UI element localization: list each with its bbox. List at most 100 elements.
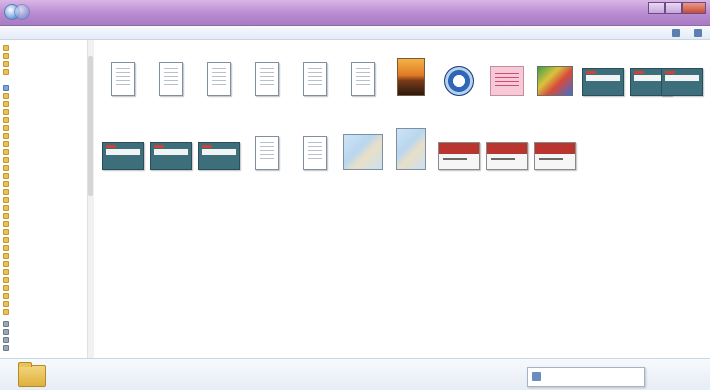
nav-item[interactable] <box>3 260 88 267</box>
file-name <box>241 174 293 202</box>
nav-item[interactable] <box>3 212 88 219</box>
nav-item-label <box>12 253 88 259</box>
nav-item[interactable] <box>3 116 88 123</box>
nav-item[interactable] <box>3 52 88 59</box>
nav-item[interactable] <box>3 100 88 107</box>
file-item[interactable] <box>577 44 629 132</box>
nav-item[interactable] <box>3 172 88 179</box>
nav-item-label <box>12 285 88 291</box>
nav-item-label <box>12 245 88 251</box>
notification-popup[interactable] <box>527 367 645 387</box>
image-thumbnail <box>537 66 573 96</box>
folder-icon <box>3 236 9 243</box>
toolbar-item-5[interactable] <box>220 29 244 37</box>
folder-icon <box>3 180 9 187</box>
presentation-icon <box>438 142 480 170</box>
file-name <box>656 100 708 128</box>
folder-icon <box>3 212 9 219</box>
nav-item[interactable] <box>3 292 88 299</box>
folder-icon <box>3 196 9 203</box>
maximize-button[interactable] <box>664 2 682 14</box>
file-item[interactable] <box>656 44 708 132</box>
nav-item[interactable] <box>3 228 88 235</box>
nav-item[interactable] <box>3 204 88 211</box>
nav-item-label <box>12 157 88 163</box>
help-icon[interactable] <box>694 29 702 37</box>
file-item[interactable] <box>529 118 581 206</box>
presentation-icon <box>198 142 240 170</box>
folder-icon <box>3 276 9 283</box>
nav-item[interactable] <box>3 244 88 251</box>
nav-item[interactable] <box>3 140 88 147</box>
nav-item-label <box>12 125 88 131</box>
toolbar-item-2[interactable] <box>56 29 112 37</box>
file-name <box>529 174 581 202</box>
folder-icon <box>3 284 9 291</box>
file-item[interactable] <box>433 118 485 206</box>
nav-item[interactable] <box>3 148 88 155</box>
folder-icon <box>18 362 46 387</box>
nav-item-label <box>12 85 88 91</box>
folder-icon <box>3 204 9 211</box>
nav-item[interactable] <box>3 252 88 259</box>
file-item[interactable] <box>193 118 245 206</box>
file-item[interactable] <box>337 118 389 206</box>
presentation-icon <box>102 142 144 170</box>
folder-icon <box>3 60 9 67</box>
folder-icon <box>3 44 9 51</box>
nav-item[interactable] <box>3 344 88 351</box>
file-item[interactable] <box>289 118 341 206</box>
nav-item-label <box>12 141 88 147</box>
navigation-pane <box>0 40 94 358</box>
nav-item-label <box>12 309 88 315</box>
folder-icon <box>3 132 9 139</box>
nav-item[interactable] <box>3 188 88 195</box>
nav-item[interactable] <box>3 236 88 243</box>
folder-icon <box>3 308 9 315</box>
nav-item[interactable] <box>3 196 88 203</box>
file-item[interactable] <box>481 118 533 206</box>
nav-item[interactable] <box>3 336 88 343</box>
nav-item[interactable] <box>3 220 88 227</box>
toolbar-item-3[interactable] <box>122 29 166 37</box>
nav-item[interactable] <box>3 268 88 275</box>
close-button[interactable] <box>681 2 706 14</box>
navigation-scrollbar-thumb[interactable] <box>88 56 93 196</box>
toolbar-item-6[interactable] <box>250 29 290 37</box>
document-icon <box>207 62 231 96</box>
nav-item-label <box>12 213 88 219</box>
file-item[interactable] <box>97 118 149 206</box>
nav-item[interactable] <box>3 164 88 171</box>
nav-item[interactable] <box>3 60 88 67</box>
presentation-icon <box>582 68 624 96</box>
nav-item[interactable] <box>3 284 88 291</box>
nav-item[interactable] <box>3 308 88 315</box>
item-count <box>62 363 182 371</box>
title-bar <box>0 0 710 26</box>
nav-item[interactable] <box>3 92 88 99</box>
forward-arrow-icon[interactable] <box>14 4 30 20</box>
toolbar-item-1[interactable] <box>6 29 44 37</box>
file-item[interactable] <box>145 118 197 206</box>
nav-item-label <box>12 277 88 283</box>
nav-item-label <box>12 345 88 351</box>
nav-item[interactable] <box>3 108 88 115</box>
nav-item[interactable] <box>3 68 88 75</box>
nav-item[interactable] <box>3 84 88 91</box>
file-item[interactable] <box>385 118 437 206</box>
nav-item[interactable] <box>3 320 88 327</box>
nav-item[interactable] <box>3 300 88 307</box>
nav-item[interactable] <box>3 132 88 139</box>
folder-icon <box>3 124 9 131</box>
nav-item[interactable] <box>3 156 88 163</box>
nav-item[interactable] <box>3 276 88 283</box>
toolbar-item-4[interactable] <box>176 29 212 37</box>
nav-item[interactable] <box>3 124 88 131</box>
nav-item-label <box>12 237 88 243</box>
nav-item[interactable] <box>3 44 88 51</box>
file-item[interactable] <box>241 118 293 206</box>
minimize-button[interactable] <box>648 2 665 14</box>
nav-item[interactable] <box>3 180 88 187</box>
nav-item[interactable] <box>3 328 88 335</box>
view-options-icon[interactable] <box>672 29 680 37</box>
